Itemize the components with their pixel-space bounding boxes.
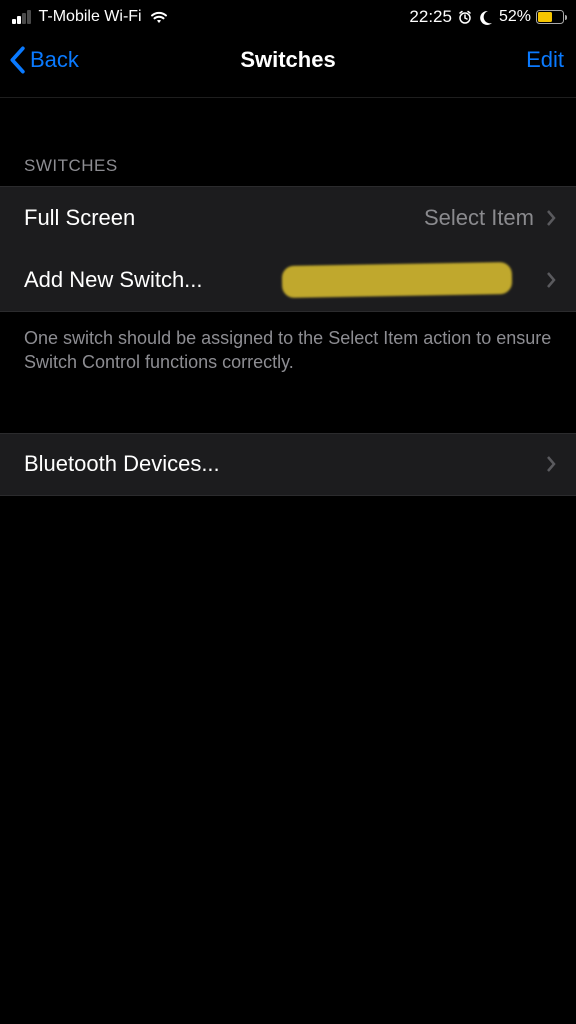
status-right: 22:25 52% [409,7,564,27]
battery-percent: 52% [499,8,531,26]
redaction-highlight [282,262,513,298]
cell-label: Add New Switch... [24,267,203,293]
chevron-right-icon [546,271,556,289]
chevron-right-icon [546,209,556,227]
do-not-disturb-icon [478,9,494,25]
nav-bar: Back Switches Edit [0,34,576,98]
edit-button[interactable]: Edit [526,47,564,73]
status-bar: T-Mobile Wi-Fi 22:25 52% [0,0,576,34]
cellular-signal-icon [12,10,31,24]
carrier-label: T-Mobile Wi-Fi [39,8,142,26]
cell-bluetooth-devices[interactable]: Bluetooth Devices... [0,433,576,496]
cell-detail: Select Item [424,205,534,231]
chevron-right-icon [546,455,556,473]
back-button[interactable]: Back [8,46,79,74]
section-footer-switches: One switch should be assigned to the Sel… [0,312,576,375]
cell-label: Bluetooth Devices... [24,451,220,477]
status-time: 22:25 [409,7,452,27]
battery-icon [536,10,564,24]
page-title: Switches [0,47,576,73]
wifi-icon [149,10,169,24]
chevron-left-icon [8,46,26,74]
cell-full-screen[interactable]: Full Screen Select Item [0,186,576,249]
status-left: T-Mobile Wi-Fi [12,8,169,26]
alarm-icon [457,9,473,25]
section-header-switches: Switches [0,98,576,186]
cell-label: Full Screen [24,205,135,231]
back-label: Back [30,47,79,73]
